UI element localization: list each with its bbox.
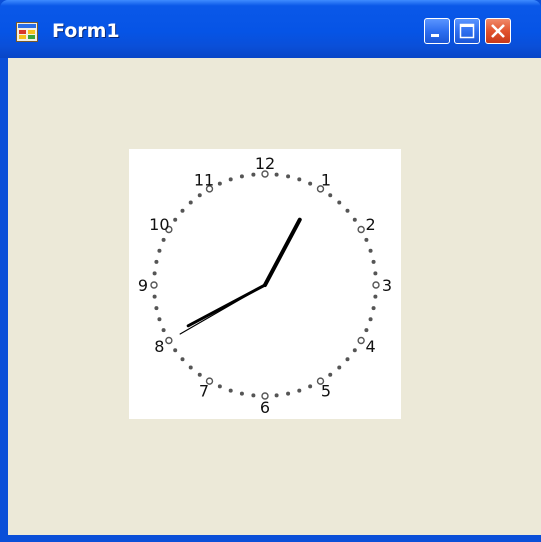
title-bar[interactable]: Form1 [0, 0, 541, 58]
minute-dot [152, 271, 157, 276]
hour-marker [165, 336, 173, 345]
minute-dot [371, 306, 376, 311]
hour-marker [150, 281, 158, 289]
clock-panel: 12 1 2 3 4 5 6 7 8 9 10 11 [129, 149, 401, 419]
app-window: Form1 12 1 2 3 4 5 6 7 8 9 10 11 [0, 0, 541, 542]
hour-marker [372, 281, 380, 289]
clock-numeral: 9 [138, 276, 148, 295]
minimize-icon [431, 34, 439, 37]
minute-dot [371, 259, 376, 264]
minute-dot [154, 306, 159, 311]
minute-dot [173, 348, 178, 353]
minute-dot [228, 177, 233, 182]
minute-dot [274, 393, 279, 398]
minute-hand [263, 217, 302, 287]
clock-numeral: 11 [194, 170, 214, 189]
clock-numeral: 3 [382, 276, 392, 295]
minute-dot [157, 248, 162, 253]
minute-dot [308, 181, 313, 186]
clock-numeral: 4 [366, 337, 376, 356]
minute-dot [286, 391, 291, 396]
maximize-icon [459, 23, 475, 39]
minute-dot [251, 172, 256, 177]
maximize-button[interactable] [454, 18, 480, 44]
minute-dot [188, 365, 193, 370]
minute-dot [308, 384, 313, 389]
minute-dot [173, 217, 178, 222]
minute-dot [197, 372, 202, 377]
minute-dot [328, 372, 333, 377]
minute-dot [274, 172, 279, 177]
clock-numeral: 1 [321, 170, 331, 189]
minimize-button[interactable] [424, 18, 450, 44]
minute-dot [368, 248, 373, 253]
minute-dot [345, 208, 350, 213]
minute-dot [152, 294, 157, 299]
clock-numeral: 6 [260, 398, 270, 417]
minute-dot [337, 200, 342, 205]
minute-dot [239, 174, 244, 179]
minute-dot [297, 177, 302, 182]
minute-dot [352, 217, 357, 222]
clock-numeral: 10 [149, 215, 169, 234]
minute-dot [180, 208, 185, 213]
clock-numeral: 8 [154, 337, 164, 356]
minute-dot [180, 357, 185, 362]
form-app-icon[interactable] [16, 22, 38, 42]
minute-dot [368, 317, 373, 322]
minute-dot [373, 294, 378, 299]
minute-dot [251, 393, 256, 398]
form-client-area: 12 1 2 3 4 5 6 7 8 9 10 11 [8, 58, 541, 535]
minute-dot [364, 328, 369, 333]
hour-marker [357, 225, 365, 234]
hour-hand [186, 283, 267, 328]
minute-dot [161, 237, 166, 242]
minute-dot [286, 174, 291, 179]
minute-dot [297, 388, 302, 393]
close-button[interactable] [485, 18, 511, 44]
minute-dot [188, 200, 193, 205]
clock-numeral: 5 [321, 382, 331, 401]
minute-dot [197, 193, 202, 198]
minute-dot [345, 357, 350, 362]
minute-dot [239, 391, 244, 396]
minute-dot [328, 193, 333, 198]
minute-dot [337, 365, 342, 370]
clock-numeral: 7 [199, 382, 209, 401]
window-title: Form1 [52, 20, 120, 42]
clock-numeral: 2 [366, 215, 376, 234]
minute-dot [352, 348, 357, 353]
close-icon [491, 24, 505, 38]
minute-dot [157, 317, 162, 322]
minute-dot [217, 384, 222, 389]
minute-dot [364, 237, 369, 242]
hour-marker [357, 336, 365, 345]
minute-dot [217, 181, 222, 186]
analog-clock: 121234567891011 [138, 154, 392, 417]
minute-dot [161, 328, 166, 333]
clock-numeral: 12 [255, 154, 275, 173]
minute-dot [373, 271, 378, 276]
minute-dot [228, 388, 233, 393]
minute-dot [154, 259, 159, 264]
